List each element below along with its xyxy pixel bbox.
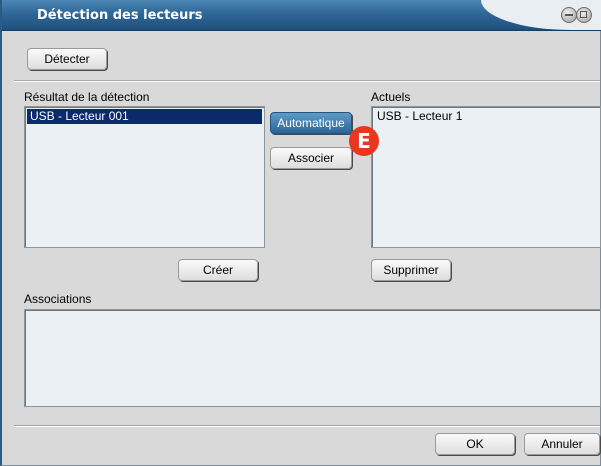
title-bar[interactable]: Détection des lecteurs <box>2 0 601 31</box>
automatic-button[interactable]: Automatique <box>270 112 352 134</box>
minimize-icon <box>565 14 573 16</box>
maximize-button[interactable] <box>576 7 592 23</box>
current-list-item[interactable]: USB - Lecteur 1 <box>374 109 598 124</box>
current-list[interactable]: USB - Lecteur 1 <box>371 106 601 248</box>
detection-list[interactable]: USB - Lecteur 001 <box>24 106 265 248</box>
maximize-icon <box>580 11 587 18</box>
bottom-divider <box>14 425 600 426</box>
detection-list-item[interactable]: USB - Lecteur 001 <box>27 109 262 124</box>
cancel-button[interactable]: Annuler <box>524 433 600 455</box>
detection-heading: Résultat de la détection <box>24 90 150 104</box>
ok-button[interactable]: OK <box>435 433 515 455</box>
minimize-button[interactable] <box>561 7 577 23</box>
create-button[interactable]: Créer <box>178 259 258 281</box>
window-title: Détection des lecteurs <box>37 8 203 23</box>
dialog-window: Détection des lecteurs Détecter Résultat… <box>0 0 601 466</box>
callout-badge: E <box>349 126 379 156</box>
delete-button[interactable]: Supprimer <box>371 259 451 281</box>
associations-heading: Associations <box>24 292 92 306</box>
current-heading: Actuels <box>371 90 411 104</box>
associations-list[interactable] <box>24 309 601 407</box>
detect-button[interactable]: Détecter <box>27 48 107 70</box>
associate-button[interactable]: Associer <box>270 147 352 169</box>
top-divider <box>14 80 600 81</box>
